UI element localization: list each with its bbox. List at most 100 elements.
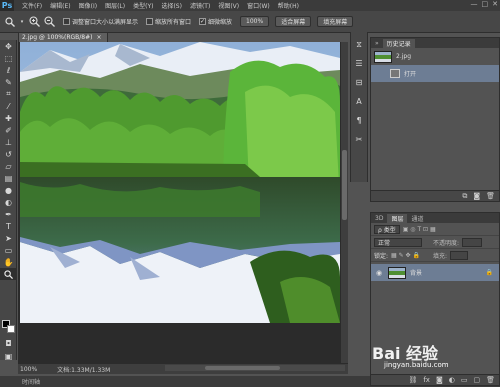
screen-mode-icon[interactable]: ▣ bbox=[0, 350, 17, 362]
document-title: 2.jpg @ 100%(RGB/8#) bbox=[22, 34, 93, 41]
properties-panel-icon[interactable]: ☰ bbox=[351, 57, 367, 70]
type-tool-icon[interactable]: T bbox=[0, 220, 17, 232]
tab-layers[interactable]: 图层 bbox=[387, 214, 408, 223]
menu-window[interactable]: 窗口(W) bbox=[243, 1, 274, 10]
checkmark-icon[interactable]: ✓ bbox=[199, 18, 207, 25]
snapshot-thumbnail bbox=[374, 50, 392, 63]
background-color-swatch[interactable] bbox=[7, 325, 15, 333]
link-layers-icon[interactable]: ⛓ bbox=[408, 376, 417, 384]
layer-background[interactable]: ◉ 背景 🔒 bbox=[371, 264, 499, 281]
zoom-tool-icon[interactable] bbox=[0, 268, 17, 280]
menu-select[interactable]: 选择(S) bbox=[157, 1, 186, 10]
document-size[interactable]: 文档:1.33M/1.33M bbox=[57, 365, 110, 374]
move-tool-icon[interactable]: ✥ bbox=[0, 40, 17, 52]
menu-view[interactable]: 视图(V) bbox=[214, 1, 243, 10]
eye-icon[interactable]: ◉ bbox=[374, 269, 384, 277]
panel-collapse-icon[interactable]: » bbox=[371, 39, 383, 48]
history-step[interactable]: 打开 bbox=[371, 65, 499, 82]
checkbox-label: 细微缩放 bbox=[208, 19, 233, 26]
eraser-tool-icon[interactable]: ▱ bbox=[0, 160, 17, 172]
layer-filter-select[interactable]: ρ 类型 bbox=[374, 224, 400, 234]
blend-mode-select[interactable]: 正常 bbox=[374, 237, 422, 247]
lake-landscape-image[interactable] bbox=[20, 42, 340, 323]
zoom-all-checkbox[interactable]: 缩放所有窗口 bbox=[146, 17, 191, 26]
adjust-panel-icon[interactable]: ⊟ bbox=[351, 76, 367, 89]
vertical-scrollbar[interactable] bbox=[341, 42, 348, 363]
pen-tool-icon[interactable]: ✒ bbox=[0, 208, 17, 220]
mask-icon[interactable]: ◙ bbox=[436, 376, 443, 384]
blur-tool-icon[interactable]: ● bbox=[0, 184, 17, 196]
paragraph-panel-icon[interactable]: ¶ bbox=[351, 114, 367, 127]
dodge-tool-icon[interactable]: ◐ bbox=[0, 196, 17, 208]
opacity-input[interactable] bbox=[462, 237, 483, 247]
tools-preset-icon[interactable]: ✂ bbox=[351, 133, 367, 146]
new-layer-icon[interactable]: ▢ bbox=[473, 376, 480, 384]
scrubby-zoom-checkbox[interactable]: ✓ 细微缩放 bbox=[199, 17, 232, 26]
maximize-icon[interactable]: □ bbox=[482, 0, 489, 8]
menu-type[interactable]: 类型(Y) bbox=[129, 1, 157, 10]
trash-icon[interactable]: 🗑 bbox=[486, 376, 495, 384]
path-select-tool-icon[interactable]: ➤ bbox=[0, 232, 17, 244]
zoom-level[interactable]: 100% bbox=[20, 366, 37, 373]
document-tab[interactable]: 2.jpg @ 100%(RGB/8#) × bbox=[18, 32, 108, 42]
photoshop-window: Ps 文件(F) 编辑(E) 图像(I) 图层(L) 类型(Y) 选择(S) 滤… bbox=[0, 0, 500, 387]
checkbox-box[interactable] bbox=[63, 18, 70, 25]
dropdown-arrow-icon[interactable]: ▾ bbox=[19, 16, 25, 28]
menu-layer[interactable]: 图层(L) bbox=[101, 1, 129, 10]
tab-channels[interactable]: 通道 bbox=[407, 214, 427, 223]
quick-select-tool-icon[interactable]: ✎ bbox=[0, 76, 17, 88]
history-brush-tool-icon[interactable]: ↺ bbox=[0, 148, 17, 160]
canvas-area[interactable] bbox=[18, 42, 348, 363]
eyedropper-tool-icon[interactable]: ⁄ bbox=[0, 100, 17, 112]
color-swatches[interactable] bbox=[2, 320, 15, 333]
new-document-from-state-icon[interactable]: ⧉ bbox=[462, 192, 467, 201]
timeline-label[interactable]: 时间轴 bbox=[22, 377, 40, 386]
fit-screen-button[interactable]: 适合屏幕 bbox=[275, 16, 312, 27]
lock-label: 锁定: bbox=[374, 252, 389, 260]
filter-icons[interactable]: ▣ ◎ T ⊡ ▦ bbox=[403, 226, 436, 233]
close-document-icon[interactable]: × bbox=[96, 34, 101, 41]
scrollbar-thumb[interactable] bbox=[205, 366, 280, 370]
fill-screen-button[interactable]: 填充屏幕 bbox=[317, 16, 354, 27]
scrollbar-thumb[interactable] bbox=[342, 150, 347, 220]
resize-windows-checkbox[interactable]: 调整窗口大小以满屏显示 bbox=[63, 17, 138, 26]
menu-help[interactable]: 帮助(H) bbox=[274, 1, 303, 10]
history-snapshot[interactable]: 2.jpg bbox=[371, 48, 499, 65]
lock-icons[interactable]: ▦ ✎ ✥ 🔒 bbox=[391, 252, 420, 259]
fill-input[interactable] bbox=[449, 250, 468, 260]
horizontal-scrollbar[interactable] bbox=[165, 365, 345, 371]
hand-tool-icon[interactable]: ✋ bbox=[0, 256, 17, 268]
crop-tool-icon[interactable]: ⌗ bbox=[0, 88, 17, 100]
menu-filter[interactable]: 滤镜(T) bbox=[186, 1, 214, 10]
close-icon[interactable]: ✕ bbox=[492, 0, 498, 8]
fx-icon[interactable]: fx bbox=[423, 376, 430, 384]
character-panel-icon[interactable]: A bbox=[351, 95, 367, 108]
zoom-100-button[interactable]: 100% bbox=[240, 16, 270, 27]
minimize-icon[interactable]: — bbox=[471, 0, 478, 8]
brush-tool-icon[interactable]: ✐ bbox=[0, 124, 17, 136]
zoom-in-icon[interactable] bbox=[28, 16, 40, 28]
tab-history[interactable]: 历史记录 bbox=[382, 39, 415, 48]
layers-panel: 3D 图层 通道 ρ 类型 ▣ ◎ T ⊡ ▦ 正常 不透明度: 锁定: ▦ ✎… bbox=[370, 212, 500, 386]
gradient-tool-icon[interactable]: ▤ bbox=[0, 172, 17, 184]
zoom-tool-icon[interactable] bbox=[4, 16, 16, 28]
layer-filter-row: ρ 类型 ▣ ◎ T ⊡ ▦ bbox=[371, 223, 499, 236]
rectangle-tool-icon[interactable]: ▭ bbox=[0, 244, 17, 256]
checkbox-box[interactable] bbox=[146, 18, 154, 25]
menu-file[interactable]: 文件(F) bbox=[18, 1, 46, 10]
trash-icon[interactable]: 🗑 bbox=[486, 192, 495, 200]
tab-3d[interactable]: 3D bbox=[371, 214, 387, 223]
lasso-tool-icon[interactable]: ℓ bbox=[0, 64, 17, 76]
marquee-tool-icon[interactable]: ⬚ bbox=[0, 52, 17, 64]
healing-brush-tool-icon[interactable]: ✚ bbox=[0, 112, 17, 124]
history-panel-icon[interactable]: ⧖ bbox=[351, 38, 367, 51]
clone-stamp-tool-icon[interactable]: ⊥ bbox=[0, 136, 17, 148]
quick-mask-icon[interactable]: ◘ bbox=[0, 337, 17, 349]
menu-edit[interactable]: 编辑(E) bbox=[46, 1, 74, 10]
zoom-out-icon[interactable] bbox=[43, 16, 55, 28]
group-icon[interactable]: ▭ bbox=[461, 376, 468, 384]
adjustment-layer-icon[interactable]: ◐ bbox=[449, 376, 455, 384]
menu-image[interactable]: 图像(I) bbox=[75, 1, 101, 10]
camera-icon[interactable]: ◙ bbox=[473, 192, 480, 200]
collapsed-panel-dock: ⧖ ☰ ⊟ A ¶ ✂ bbox=[350, 32, 368, 182]
